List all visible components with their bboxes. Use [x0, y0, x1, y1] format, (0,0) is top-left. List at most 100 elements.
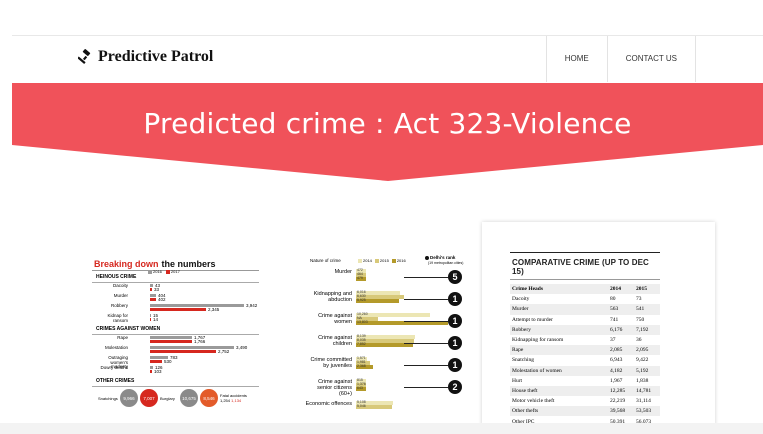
- crime-bars: 10,260 NA 13,803: [356, 312, 448, 326]
- crime-bars: 783 530: [150, 355, 178, 364]
- circle-label: Snatchings: [98, 395, 118, 401]
- crime-label: Rape: [117, 335, 128, 340]
- value-circle: 10,675: [180, 389, 198, 407]
- crime-label: Molestation: [104, 345, 128, 350]
- bar: [150, 370, 152, 373]
- year-value-cell: 1,838: [636, 377, 649, 384]
- bar-value: 402: [158, 297, 166, 302]
- brand[interactable]: Predictive Patrol: [78, 48, 213, 66]
- crime-head-cell: Dacoity: [512, 296, 530, 303]
- table-row: House theft 12,285 14,781: [510, 385, 660, 397]
- rank-title: Delhi's rank: [425, 255, 455, 260]
- year-value-cell: 563: [608, 304, 634, 315]
- table-row: Snatching 6,943 9,422: [510, 355, 660, 365]
- table-row: Attempt to murder 741 750: [510, 315, 660, 325]
- crime-row: Kidnapping and abduction 6,016 6,630 5,925 1: [304, 290, 469, 313]
- value-circle: 9,966: [120, 389, 138, 407]
- bar: [150, 304, 244, 307]
- section-heading: CRIMES AGAINST WOMEN: [92, 324, 259, 335]
- value-circle: 7,007: [140, 389, 158, 407]
- nav-home[interactable]: HOME: [545, 36, 607, 82]
- bar: 479: [356, 277, 366, 281]
- bar: [150, 366, 153, 369]
- year-value-cell: 2014: [608, 284, 634, 295]
- legend-item: 2014: [358, 258, 372, 263]
- year-value-cell: 36: [636, 337, 642, 344]
- year-value-cell: 73: [636, 296, 642, 303]
- crime-label: Crime committed by juveniles: [310, 357, 352, 369]
- crime-label: Dacoity: [112, 283, 128, 288]
- crime-head-cell: House theft: [510, 385, 608, 397]
- crime-label: Crime against women: [318, 313, 352, 325]
- crime-head-cell: Kidnapping for ransom: [512, 337, 564, 344]
- year-value-cell: 2,095: [634, 345, 660, 356]
- crime-head-cell: Murder: [510, 304, 608, 315]
- bar-value: 2,752: [218, 349, 230, 354]
- bar: [150, 360, 162, 363]
- table-row: Rape 2,085 2,095: [510, 345, 660, 356]
- table-row: Dacoity 80 73: [510, 294, 660, 304]
- year-value-cell: 7,192: [634, 324, 660, 335]
- title-black: the numbers: [161, 259, 216, 269]
- bar: 5,925: [356, 299, 399, 303]
- crime-label: Crime against senior citizens (60+): [317, 379, 352, 397]
- year-value-cell: 14,781: [634, 385, 660, 397]
- crime-row: Crime committed by juveniles 1,571 1,981 2,…: [304, 356, 469, 379]
- crime-head-cell: Snatching: [512, 357, 534, 364]
- crime-bars: 43 33: [150, 283, 160, 292]
- navbar: Predictive Patrol HOME CONTACT US: [12, 36, 763, 82]
- comparative-crime-table: Crime Heads 2014 2015 Dacoity 80 73 Murder 563 5…: [510, 284, 660, 427]
- rank-badge: 1: [448, 358, 462, 372]
- table-row: Hurt 1,967 1,838: [510, 376, 660, 386]
- crime-row: Dowry deaths 126 103: [92, 365, 259, 375]
- bar: 10,260: [356, 312, 430, 317]
- table-row: Motor vehicle theft 22,219 31,114: [510, 396, 660, 406]
- brand-name: Predictive Patrol: [98, 48, 214, 65]
- year-value-cell: 9,422: [636, 357, 649, 364]
- bar: [150, 288, 152, 291]
- rank-badge: 1: [448, 292, 462, 306]
- crime-row: Kidnap for ransom 15 14: [92, 313, 259, 323]
- table-header-row: Crime Heads 2014 2015: [510, 284, 660, 295]
- hero-banner: Predicted crime : Act 323-Violence: [12, 83, 763, 181]
- table-row: Robbery 6,176 7,192: [510, 324, 660, 335]
- fatal-v2: 1,134: [231, 398, 242, 403]
- rank-subtitle: (19 metropolitan cities): [428, 261, 464, 265]
- crime-label: Crime against children: [318, 335, 352, 347]
- table-row: Murder 563 541: [510, 304, 660, 315]
- comparative-crime-card: COMPARATIVE CRIME (UP TO DEC 15) Crime H…: [482, 222, 715, 427]
- bar: [150, 336, 192, 339]
- nav-contact-us[interactable]: CONTACT US: [606, 36, 696, 82]
- crime-bars: 8,139 8,035 7,852: [356, 334, 415, 348]
- year-value-cell: 2,085: [608, 345, 634, 356]
- leader-line: [404, 365, 448, 366]
- leader-line: [404, 321, 448, 322]
- bar: [150, 314, 151, 317]
- leader-line: [404, 277, 448, 278]
- bar: [150, 350, 216, 353]
- legend-item: 2015: [374, 258, 389, 263]
- bar: 643: [356, 387, 366, 391]
- bar: [150, 340, 192, 343]
- crime-row: Crime against senior citizens (60+) 815 1,…: [304, 378, 469, 401]
- chart-header: Nature of crime 2014 2015 2016 Delhi's ran…: [304, 253, 469, 269]
- crime-row: Robbery 3,942 2,345: [92, 303, 259, 313]
- crime-bars: 3,490 2,752: [150, 345, 247, 354]
- crime-head-cell: Attempt to murder: [512, 316, 553, 323]
- year-value-cell: 6,943: [610, 357, 623, 364]
- legend-item: 2016: [148, 269, 162, 274]
- crime-row: Economic offences 5,108 5,046: [304, 400, 469, 423]
- fatal-v1: 1,254: [220, 398, 231, 403]
- rank-badge: 1: [448, 314, 462, 328]
- main-nav: HOME CONTACT US: [545, 36, 696, 82]
- year-value-cell: 12,285: [608, 385, 634, 397]
- crime-label: Kidnap for ransom: [107, 313, 128, 323]
- year-value-cell: 22,219: [610, 398, 626, 405]
- rank-badge: 1: [448, 336, 462, 350]
- crime-head-cell: Crime Heads: [510, 284, 608, 295]
- crime-label: Kidnapping and abduction: [313, 291, 352, 303]
- bar: [150, 294, 156, 297]
- table-row: Molestation of women 4,182 5,192: [510, 365, 660, 376]
- comparative-crime-table-wrap: COMPARATIVE CRIME (UP TO DEC 15) Crime H…: [510, 252, 660, 427]
- crime-label: Dowry deaths: [100, 365, 128, 370]
